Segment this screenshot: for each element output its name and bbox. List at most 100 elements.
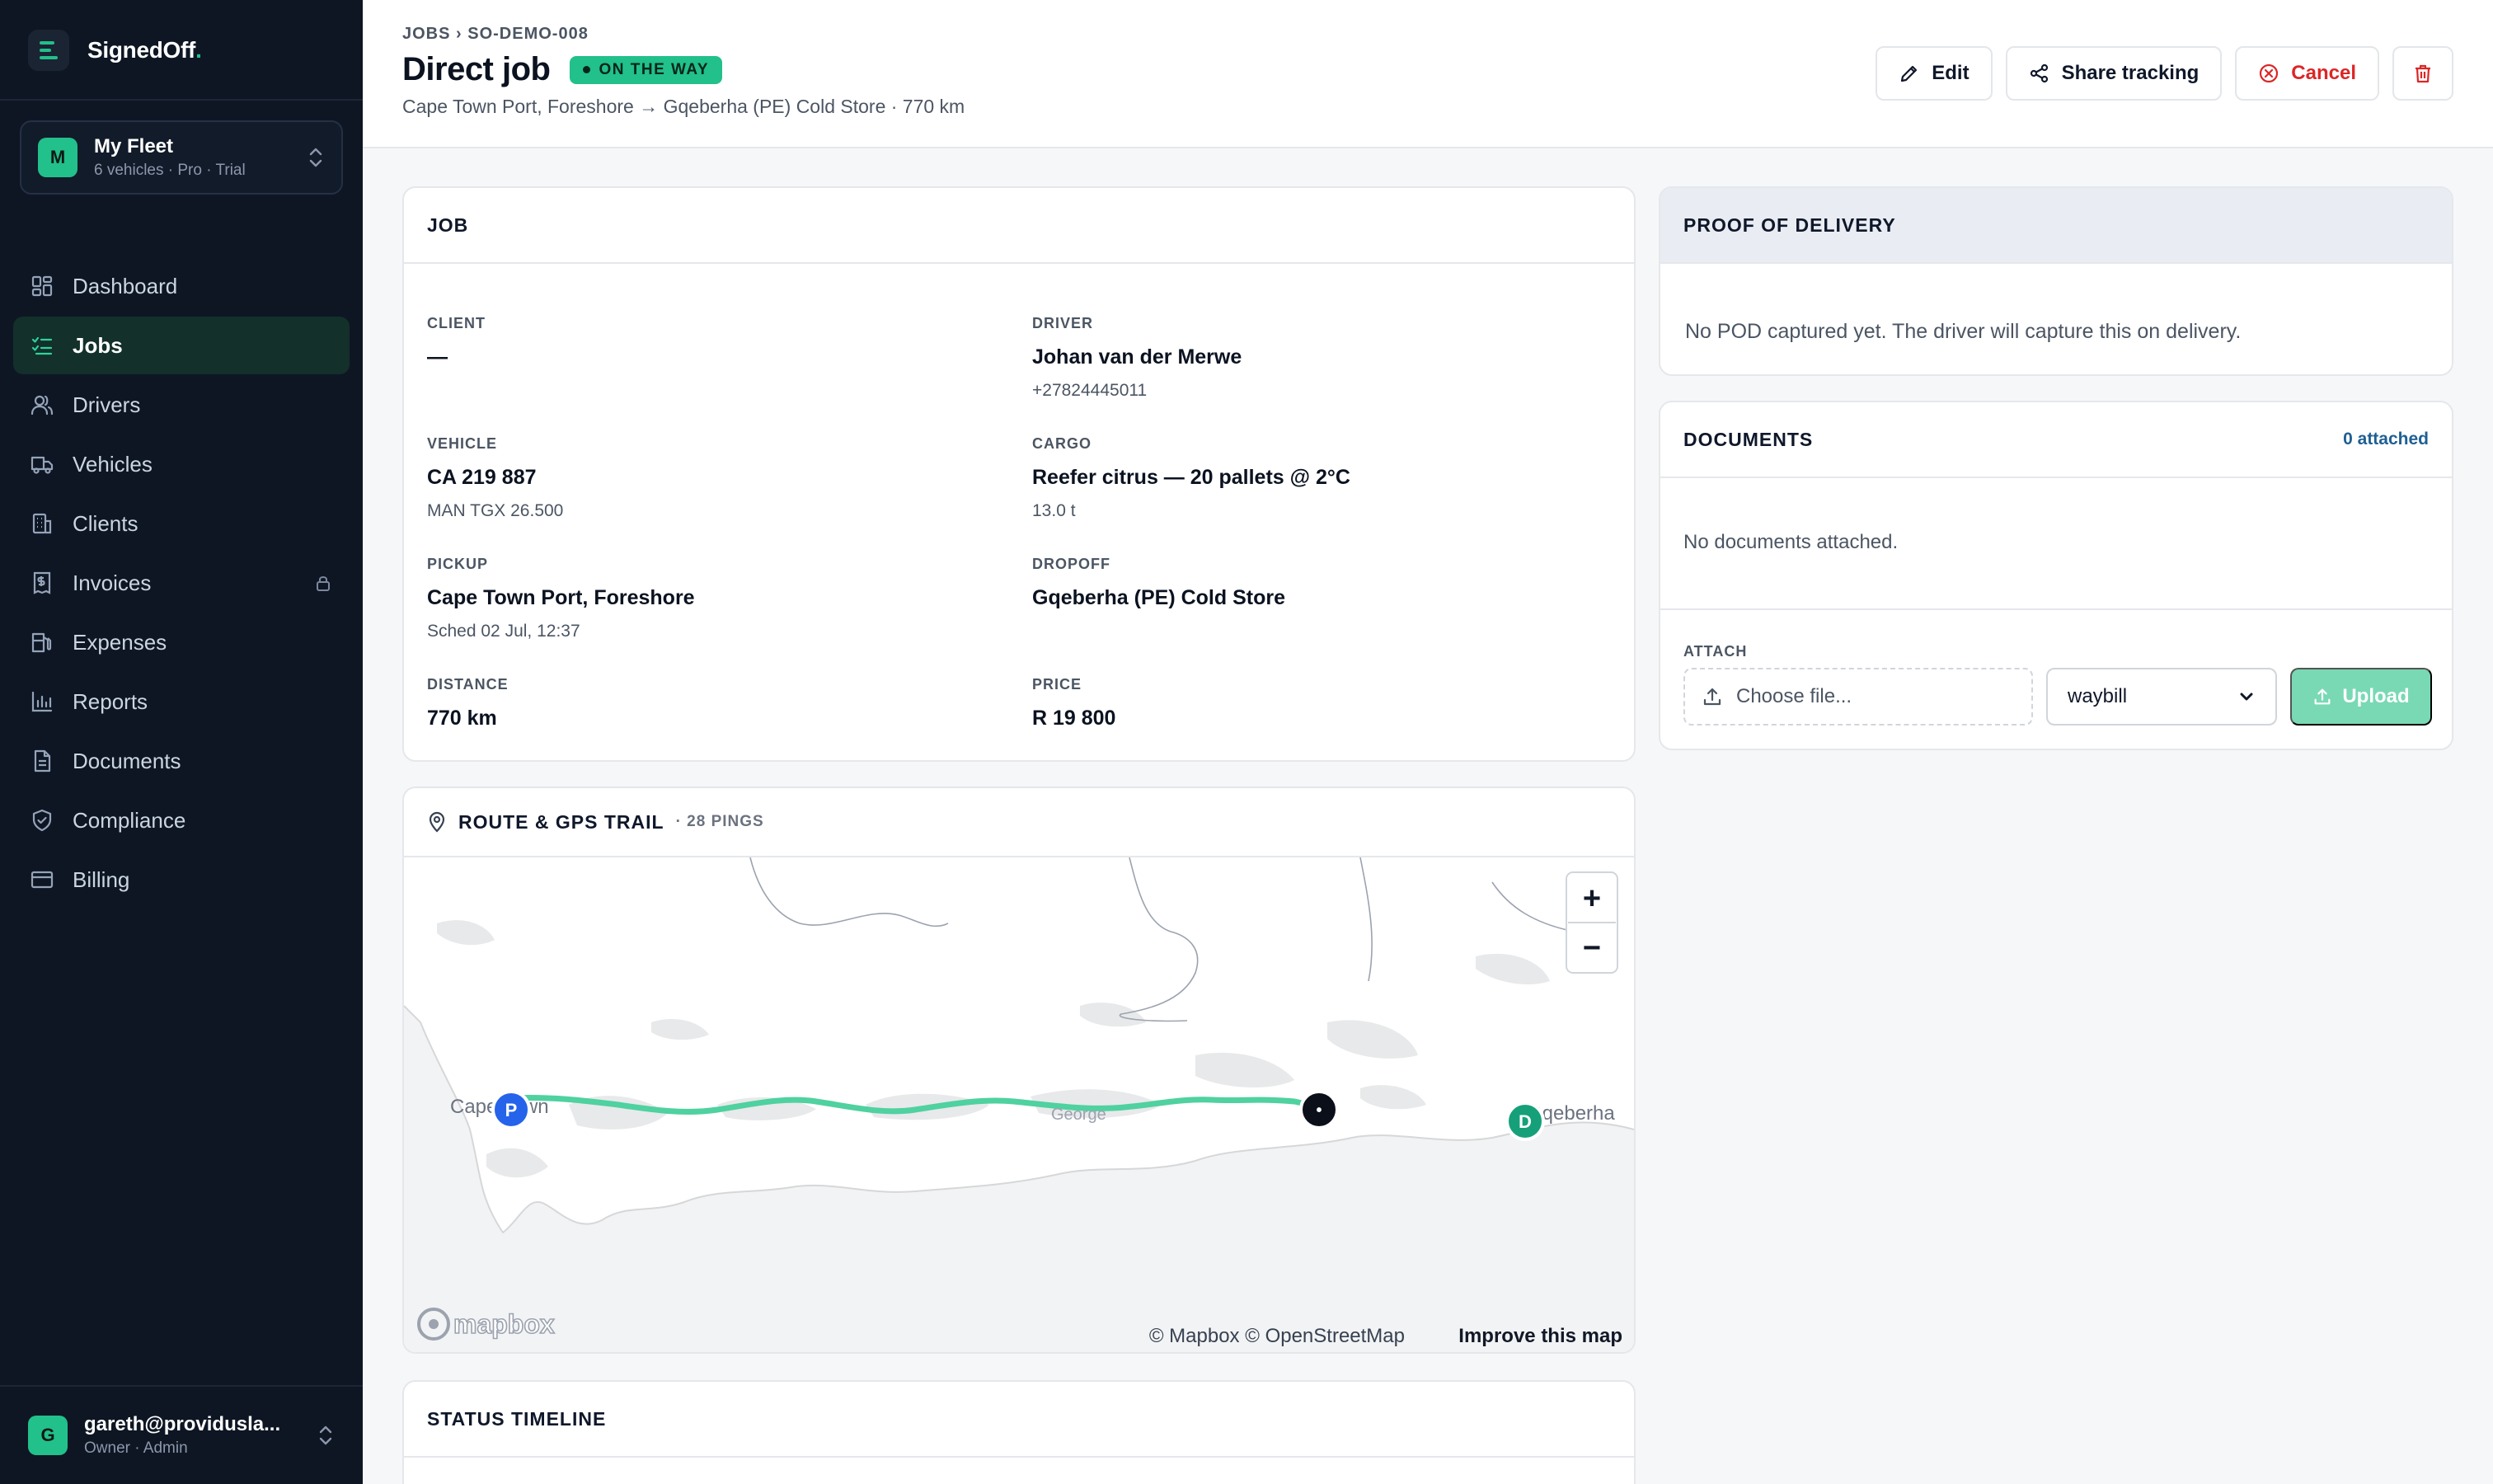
- zoom-out-icon: −: [1583, 931, 1601, 965]
- sidebar-item-label: Expenses: [73, 629, 167, 655]
- client-label: CLIENT: [427, 315, 486, 331]
- pickup-field: PICKUP Cape Town Port, Foreshore Sched 0…: [427, 556, 1004, 641]
- mapbox-logo[interactable]: mapbox: [417, 1308, 556, 1341]
- jobs-icon: [31, 336, 53, 355]
- route-heading: ROUTE & GPS TRAIL: [458, 810, 664, 833]
- trash-icon: [2416, 64, 2430, 83]
- share-tracking-button[interactable]: Share tracking: [2005, 46, 2223, 101]
- sidebar-item-label: Vehicles: [73, 451, 153, 477]
- city-label-george: George: [1051, 1106, 1106, 1124]
- dropoff-field: DROPOFF Gqeberha (PE) Cold Store: [1032, 556, 1609, 610]
- price-value: R 19 800: [1032, 707, 1116, 730]
- documents-header: DOCUMENTS 0 attached: [1660, 402, 2452, 478]
- fleet-switcher[interactable]: M My Fleet 6 vehicles · Pro · Trial: [20, 120, 343, 195]
- edit-button-label: Edit: [1932, 62, 1970, 84]
- card-icon: [31, 871, 54, 889]
- vehicle-field: VEHICLE CA 219 887 MAN TGX 26.500: [427, 435, 1004, 521]
- zoom-in-button[interactable]: +: [1568, 874, 1616, 922]
- dropoff-marker-label: D: [1519, 1111, 1532, 1132]
- pickup-marker[interactable]: P: [491, 1090, 531, 1129]
- dropoff-location: Gqeberha (PE) Cold Store: [1032, 586, 1285, 609]
- chevron-down-icon: [2240, 693, 2253, 701]
- vehicle-registration[interactable]: CA 219 887: [427, 466, 1004, 490]
- current-position-label: •: [1316, 1101, 1322, 1120]
- cancel-job-button[interactable]: Cancel: [2235, 46, 2379, 101]
- zoom-control: + −: [1566, 871, 1618, 974]
- delete-job-button[interactable]: [2392, 46, 2453, 101]
- sidebar-item-compliance[interactable]: Compliance: [13, 791, 350, 849]
- documents-heading: DOCUMENTS: [1683, 428, 1814, 450]
- breadcrumb[interactable]: JOBS › SO-DEMO-008: [402, 25, 589, 44]
- pod-heading: PROOF OF DELIVERY: [1660, 188, 2452, 264]
- choose-file-input[interactable]: Choose file...: [1683, 668, 2033, 726]
- driver-label: DRIVER: [1032, 315, 1094, 331]
- share-tracking-label: Share tracking: [2061, 62, 2200, 84]
- sidebar-item-billing[interactable]: Billing: [13, 851, 350, 909]
- price-field: PRICE R 19 800: [1032, 676, 1609, 730]
- price-label: PRICE: [1032, 676, 1082, 693]
- status-badge: ON THE WAY: [570, 55, 723, 84]
- sidebar-item-vehicles[interactable]: Vehicles: [13, 435, 350, 493]
- pickup-label: PICKUP: [427, 556, 489, 572]
- sidebar-item-label: Billing: [73, 866, 130, 892]
- documents-divider: [1660, 608, 2452, 610]
- driver-name[interactable]: Johan van der Merwe: [1032, 345, 1609, 369]
- chevron-up-down-icon: [319, 1425, 332, 1445]
- sidebar-item-drivers[interactable]: Drivers: [13, 376, 350, 434]
- route-summary: Cape Town Port, Foreshore → Gqeberha (PE…: [402, 96, 965, 117]
- chart-icon: [31, 691, 53, 712]
- documents-count: 0 attached: [2343, 430, 2429, 448]
- pod-empty-message: No POD captured yet. The driver will cap…: [1685, 320, 2242, 343]
- status-timeline-heading: STATUS TIMELINE: [404, 1382, 1634, 1458]
- pencil-icon: [1901, 65, 1918, 82]
- distance-label: DISTANCE: [427, 676, 509, 693]
- vehicle-label: VEHICLE: [427, 435, 498, 452]
- documents-card: DOCUMENTS 0 attached No documents attach…: [1659, 401, 2453, 750]
- sidebar-item-reports[interactable]: Reports: [13, 673, 350, 730]
- lock-icon: [317, 576, 330, 591]
- invoice-icon: [33, 571, 51, 594]
- user-email: gareth@providusla...: [84, 1413, 281, 1435]
- mapbox-wordmark: mapbox: [453, 1309, 555, 1339]
- sidebar-item-label: Invoices: [73, 570, 152, 595]
- page-title: Direct job: [402, 51, 551, 87]
- cargo-weight: 13.0 t: [1032, 501, 1076, 520]
- current-position-marker[interactable]: •: [1299, 1090, 1339, 1129]
- job-card-heading: JOB: [404, 188, 1634, 264]
- sidebar-item-documents[interactable]: Documents: [13, 732, 350, 790]
- user-menu[interactable]: G gareth@providusla... Owner · Admin: [0, 1385, 363, 1484]
- document-type-select[interactable]: waybill: [2046, 668, 2277, 726]
- brand[interactable]: SignedOff.: [28, 30, 202, 71]
- status-timeline-card: STATUS TIMELINE: [402, 1380, 1636, 1484]
- route-map[interactable]: Cape Town George Gqeberha P • D: [404, 857, 1634, 1352]
- dropoff-label: DROPOFF: [1032, 556, 1110, 572]
- attach-label: ATTACH: [1683, 643, 1748, 660]
- sidebar-item-clients[interactable]: Clients: [13, 495, 350, 552]
- upload-button[interactable]: Upload: [2290, 668, 2432, 726]
- status-dot-icon: [583, 66, 591, 73]
- driver-phone[interactable]: +27824445011: [1032, 381, 1609, 401]
- edit-button[interactable]: Edit: [1876, 46, 1993, 101]
- header-actions: Edit Share tracking Cancel: [1876, 46, 2453, 101]
- client-value: —: [427, 345, 448, 369]
- improve-map-link[interactable]: Improve this map: [1458, 1325, 1622, 1347]
- sidebar-divider: [0, 99, 363, 101]
- sidebar-item-dashboard[interactable]: Dashboard: [13, 257, 350, 315]
- truck-icon: [31, 456, 54, 474]
- documents-empty-message: No documents attached.: [1683, 531, 1899, 553]
- brand-name: SignedOff.: [87, 37, 202, 63]
- pickup-marker-label: P: [505, 1100, 518, 1120]
- distance-field: DISTANCE 770 km: [427, 676, 1004, 730]
- zoom-out-button[interactable]: −: [1568, 923, 1616, 971]
- upload-button-label: Upload: [2342, 685, 2410, 707]
- map-attribution[interactable]: © Mapbox © OpenStreetMap: [1149, 1325, 1405, 1347]
- zoom-in-icon: +: [1583, 881, 1601, 916]
- map-pin-icon: [429, 811, 445, 833]
- client-field: CLIENT —: [427, 315, 1004, 369]
- user-role: Owner · Admin: [84, 1439, 188, 1457]
- sidebar-item-invoices[interactable]: Invoices: [13, 554, 350, 612]
- dropoff-marker[interactable]: D: [1505, 1101, 1545, 1141]
- sidebar-item-jobs[interactable]: Jobs: [13, 317, 350, 374]
- driver-field: DRIVER Johan van der Merwe +27824445011: [1032, 315, 1609, 401]
- sidebar-item-expenses[interactable]: Expenses: [13, 613, 350, 671]
